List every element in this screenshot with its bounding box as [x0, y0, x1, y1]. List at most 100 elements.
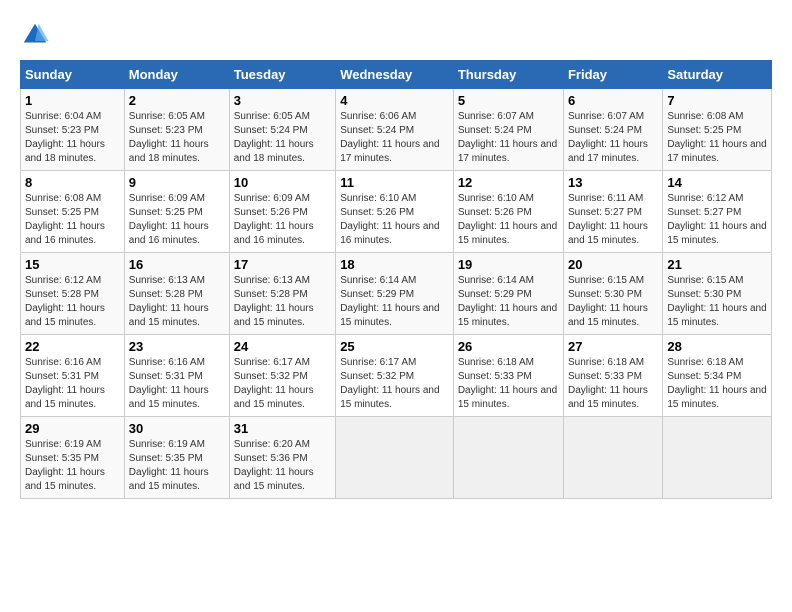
- day-info: Sunrise: 6:05 AMSunset: 5:23 PMDaylight:…: [129, 111, 209, 164]
- column-header-wednesday: Wednesday: [336, 61, 454, 89]
- day-info: Sunrise: 6:10 AMSunset: 5:26 PMDaylight:…: [340, 193, 439, 246]
- day-cell: 2 Sunrise: 6:05 AMSunset: 5:23 PMDayligh…: [124, 89, 229, 171]
- day-info: Sunrise: 6:08 AMSunset: 5:25 PMDaylight:…: [667, 111, 766, 164]
- day-info: Sunrise: 6:07 AMSunset: 5:24 PMDaylight:…: [568, 111, 648, 164]
- day-cell: 30 Sunrise: 6:19 AMSunset: 5:35 PMDaylig…: [124, 417, 229, 499]
- day-cell: 22 Sunrise: 6:16 AMSunset: 5:31 PMDaylig…: [21, 335, 125, 417]
- day-cell: 12 Sunrise: 6:10 AMSunset: 5:26 PMDaylig…: [453, 171, 563, 253]
- day-info: Sunrise: 6:17 AMSunset: 5:32 PMDaylight:…: [234, 357, 314, 410]
- day-info: Sunrise: 6:20 AMSunset: 5:36 PMDaylight:…: [234, 439, 314, 492]
- day-number: 5: [458, 93, 559, 108]
- day-cell: 25 Sunrise: 6:17 AMSunset: 5:32 PMDaylig…: [336, 335, 454, 417]
- day-number: 22: [25, 339, 120, 354]
- week-row-2: 8 Sunrise: 6:08 AMSunset: 5:25 PMDayligh…: [21, 171, 772, 253]
- week-row-1: 1 Sunrise: 6:04 AMSunset: 5:23 PMDayligh…: [21, 89, 772, 171]
- day-number: 29: [25, 421, 120, 436]
- day-number: 26: [458, 339, 559, 354]
- day-cell: 4 Sunrise: 6:06 AMSunset: 5:24 PMDayligh…: [336, 89, 454, 171]
- day-info: Sunrise: 6:14 AMSunset: 5:29 PMDaylight:…: [340, 275, 439, 328]
- day-info: Sunrise: 6:11 AMSunset: 5:27 PMDaylight:…: [568, 193, 648, 246]
- day-number: 30: [129, 421, 225, 436]
- day-info: Sunrise: 6:14 AMSunset: 5:29 PMDaylight:…: [458, 275, 557, 328]
- day-info: Sunrise: 6:09 AMSunset: 5:25 PMDaylight:…: [129, 193, 209, 246]
- day-number: 4: [340, 93, 449, 108]
- day-info: Sunrise: 6:13 AMSunset: 5:28 PMDaylight:…: [234, 275, 314, 328]
- column-header-thursday: Thursday: [453, 61, 563, 89]
- day-number: 11: [340, 175, 449, 190]
- day-cell: 21 Sunrise: 6:15 AMSunset: 5:30 PMDaylig…: [663, 253, 772, 335]
- day-cell: 10 Sunrise: 6:09 AMSunset: 5:26 PMDaylig…: [229, 171, 335, 253]
- calendar-table: SundayMondayTuesdayWednesdayThursdayFrid…: [20, 60, 772, 499]
- day-info: Sunrise: 6:16 AMSunset: 5:31 PMDaylight:…: [25, 357, 105, 410]
- day-number: 15: [25, 257, 120, 272]
- header: [20, 20, 772, 50]
- day-number: 24: [234, 339, 331, 354]
- day-cell: 28 Sunrise: 6:18 AMSunset: 5:34 PMDaylig…: [663, 335, 772, 417]
- day-info: Sunrise: 6:19 AMSunset: 5:35 PMDaylight:…: [129, 439, 209, 492]
- day-number: 25: [340, 339, 449, 354]
- day-cell: 17 Sunrise: 6:13 AMSunset: 5:28 PMDaylig…: [229, 253, 335, 335]
- day-cell: [336, 417, 454, 499]
- day-info: Sunrise: 6:10 AMSunset: 5:26 PMDaylight:…: [458, 193, 557, 246]
- day-info: Sunrise: 6:19 AMSunset: 5:35 PMDaylight:…: [25, 439, 105, 492]
- day-cell: [663, 417, 772, 499]
- day-number: 8: [25, 175, 120, 190]
- day-cell: 23 Sunrise: 6:16 AMSunset: 5:31 PMDaylig…: [124, 335, 229, 417]
- day-cell: 29 Sunrise: 6:19 AMSunset: 5:35 PMDaylig…: [21, 417, 125, 499]
- day-cell: 1 Sunrise: 6:04 AMSunset: 5:23 PMDayligh…: [21, 89, 125, 171]
- day-info: Sunrise: 6:18 AMSunset: 5:33 PMDaylight:…: [458, 357, 557, 410]
- day-info: Sunrise: 6:18 AMSunset: 5:33 PMDaylight:…: [568, 357, 648, 410]
- day-number: 12: [458, 175, 559, 190]
- day-number: 14: [667, 175, 767, 190]
- day-cell: 11 Sunrise: 6:10 AMSunset: 5:26 PMDaylig…: [336, 171, 454, 253]
- column-header-friday: Friday: [563, 61, 662, 89]
- day-info: Sunrise: 6:15 AMSunset: 5:30 PMDaylight:…: [667, 275, 766, 328]
- column-header-tuesday: Tuesday: [229, 61, 335, 89]
- day-info: Sunrise: 6:04 AMSunset: 5:23 PMDaylight:…: [25, 111, 105, 164]
- calendar-header-row: SundayMondayTuesdayWednesdayThursdayFrid…: [21, 61, 772, 89]
- day-number: 9: [129, 175, 225, 190]
- day-cell: 18 Sunrise: 6:14 AMSunset: 5:29 PMDaylig…: [336, 253, 454, 335]
- logo-icon: [20, 20, 50, 50]
- day-info: Sunrise: 6:18 AMSunset: 5:34 PMDaylight:…: [667, 357, 766, 410]
- day-number: 28: [667, 339, 767, 354]
- week-row-4: 22 Sunrise: 6:16 AMSunset: 5:31 PMDaylig…: [21, 335, 772, 417]
- calendar-body: 1 Sunrise: 6:04 AMSunset: 5:23 PMDayligh…: [21, 89, 772, 499]
- day-cell: 19 Sunrise: 6:14 AMSunset: 5:29 PMDaylig…: [453, 253, 563, 335]
- day-number: 3: [234, 93, 331, 108]
- day-cell: 7 Sunrise: 6:08 AMSunset: 5:25 PMDayligh…: [663, 89, 772, 171]
- week-row-5: 29 Sunrise: 6:19 AMSunset: 5:35 PMDaylig…: [21, 417, 772, 499]
- day-info: Sunrise: 6:12 AMSunset: 5:27 PMDaylight:…: [667, 193, 766, 246]
- day-number: 19: [458, 257, 559, 272]
- day-cell: 31 Sunrise: 6:20 AMSunset: 5:36 PMDaylig…: [229, 417, 335, 499]
- day-info: Sunrise: 6:17 AMSunset: 5:32 PMDaylight:…: [340, 357, 439, 410]
- logo: [20, 20, 54, 50]
- column-header-monday: Monday: [124, 61, 229, 89]
- day-cell: [453, 417, 563, 499]
- day-number: 6: [568, 93, 658, 108]
- day-cell: 13 Sunrise: 6:11 AMSunset: 5:27 PMDaylig…: [563, 171, 662, 253]
- day-number: 23: [129, 339, 225, 354]
- day-number: 13: [568, 175, 658, 190]
- day-cell: 16 Sunrise: 6:13 AMSunset: 5:28 PMDaylig…: [124, 253, 229, 335]
- day-cell: 8 Sunrise: 6:08 AMSunset: 5:25 PMDayligh…: [21, 171, 125, 253]
- day-number: 21: [667, 257, 767, 272]
- day-info: Sunrise: 6:06 AMSunset: 5:24 PMDaylight:…: [340, 111, 439, 164]
- day-cell: 9 Sunrise: 6:09 AMSunset: 5:25 PMDayligh…: [124, 171, 229, 253]
- day-cell: 15 Sunrise: 6:12 AMSunset: 5:28 PMDaylig…: [21, 253, 125, 335]
- day-info: Sunrise: 6:08 AMSunset: 5:25 PMDaylight:…: [25, 193, 105, 246]
- day-cell: 20 Sunrise: 6:15 AMSunset: 5:30 PMDaylig…: [563, 253, 662, 335]
- week-row-3: 15 Sunrise: 6:12 AMSunset: 5:28 PMDaylig…: [21, 253, 772, 335]
- day-number: 31: [234, 421, 331, 436]
- day-info: Sunrise: 6:09 AMSunset: 5:26 PMDaylight:…: [234, 193, 314, 246]
- day-cell: 24 Sunrise: 6:17 AMSunset: 5:32 PMDaylig…: [229, 335, 335, 417]
- day-info: Sunrise: 6:16 AMSunset: 5:31 PMDaylight:…: [129, 357, 209, 410]
- column-header-sunday: Sunday: [21, 61, 125, 89]
- day-info: Sunrise: 6:07 AMSunset: 5:24 PMDaylight:…: [458, 111, 557, 164]
- day-info: Sunrise: 6:13 AMSunset: 5:28 PMDaylight:…: [129, 275, 209, 328]
- day-cell: [563, 417, 662, 499]
- day-cell: 6 Sunrise: 6:07 AMSunset: 5:24 PMDayligh…: [563, 89, 662, 171]
- day-number: 27: [568, 339, 658, 354]
- day-cell: 5 Sunrise: 6:07 AMSunset: 5:24 PMDayligh…: [453, 89, 563, 171]
- column-header-saturday: Saturday: [663, 61, 772, 89]
